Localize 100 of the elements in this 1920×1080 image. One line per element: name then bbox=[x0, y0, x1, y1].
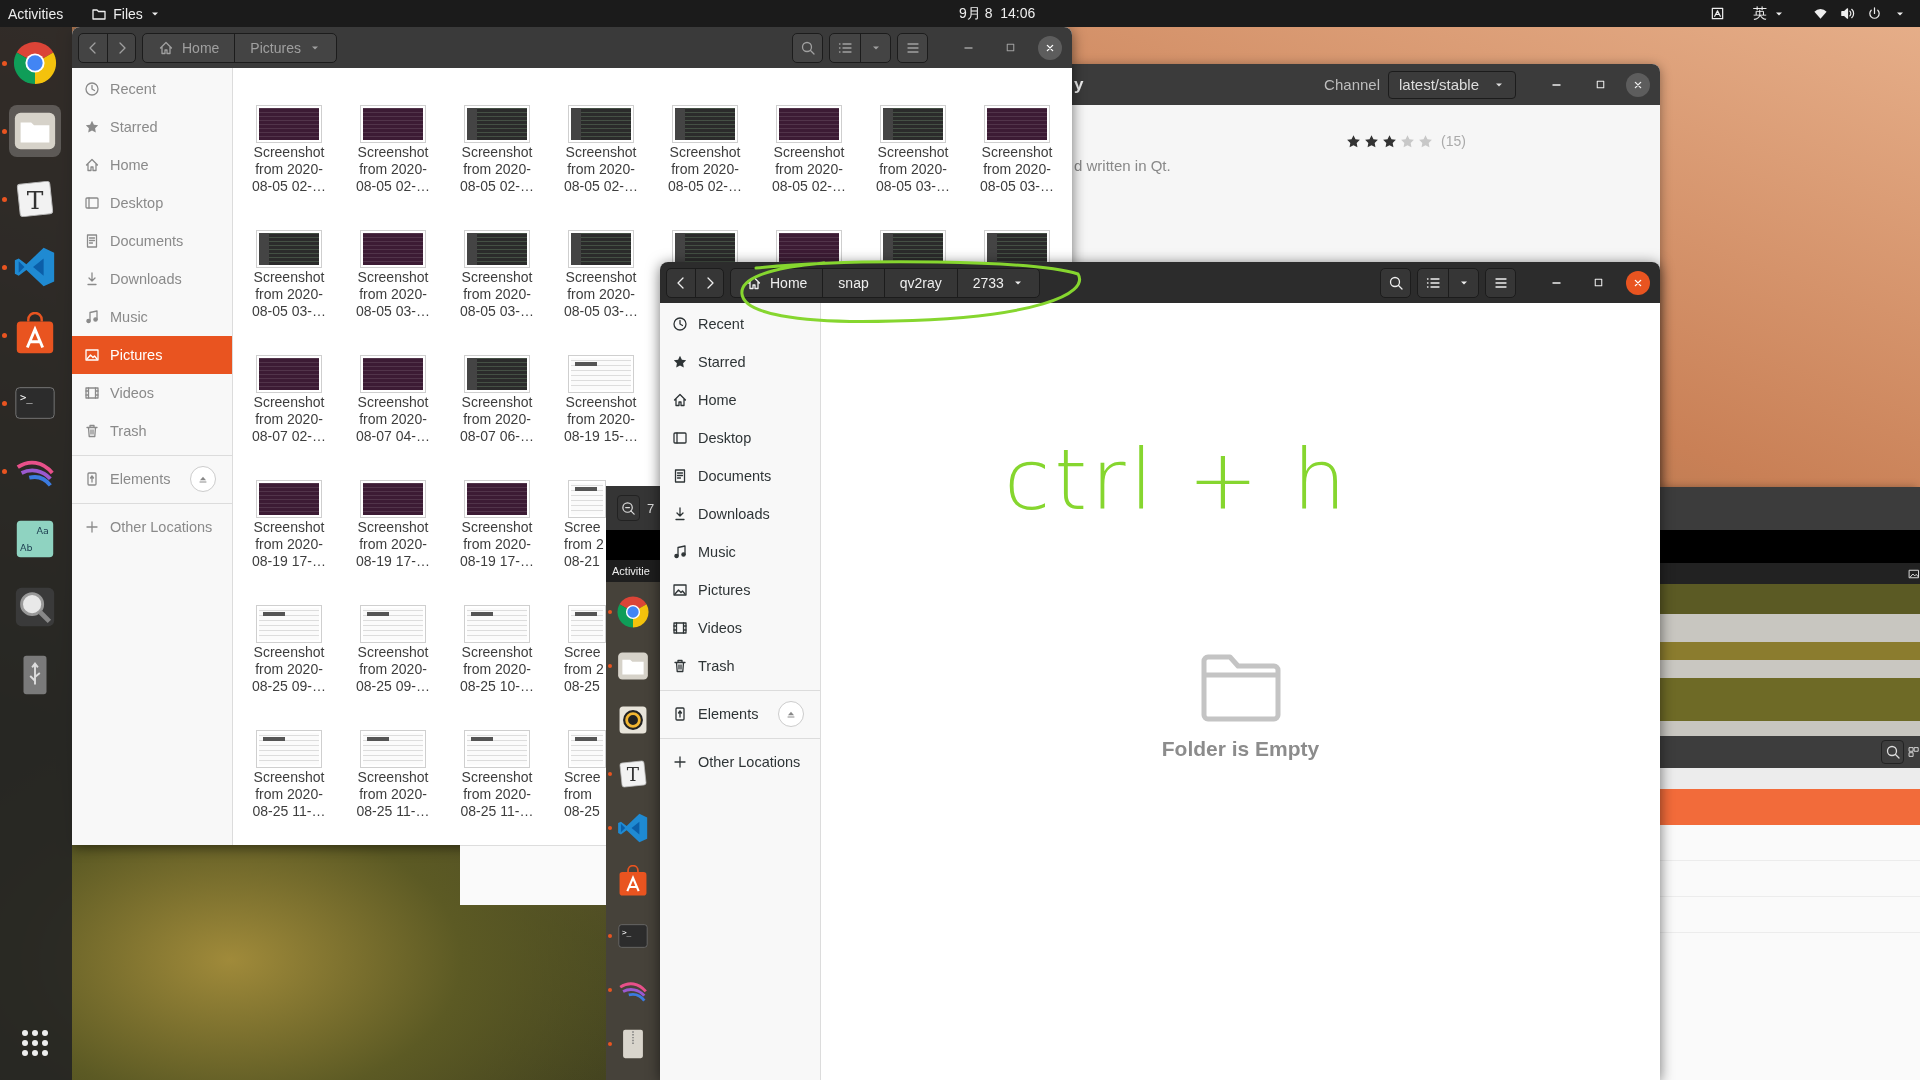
screenshot-thumbnail[interactable] bbox=[675, 108, 735, 140]
file-name[interactable]: Screenshot from 2020- 08-05 03-… bbox=[237, 269, 341, 320]
search-button[interactable] bbox=[1881, 740, 1905, 764]
menu-button[interactable] bbox=[1485, 267, 1516, 298]
screenshot-thumbnail[interactable] bbox=[883, 108, 943, 140]
sidebar-item[interactable]: Elements bbox=[660, 695, 820, 733]
file-name[interactable]: Screenshot from 2020- 08-07 02-… bbox=[237, 394, 341, 445]
sidebar-item[interactable]: Trash bbox=[660, 647, 820, 685]
file-name[interactable]: Screenshot from 2020- 08-05 02-… bbox=[653, 144, 757, 195]
screenshot-thumbnail[interactable] bbox=[571, 358, 631, 390]
star-icon bbox=[84, 119, 100, 135]
sidebar-item[interactable]: Downloads bbox=[660, 495, 820, 533]
home-icon bbox=[158, 39, 174, 56]
download-icon bbox=[84, 271, 100, 287]
path-button[interactable]: 2733 bbox=[956, 268, 1039, 297]
file-name[interactable]: Screenshot from 2020- 08-07 06-… bbox=[445, 394, 549, 445]
home-icon bbox=[84, 157, 100, 173]
app-menu-button[interactable]: Files bbox=[91, 5, 161, 22]
search-button[interactable] bbox=[792, 32, 823, 63]
clock[interactable]: 9月 8 14:06 bbox=[959, 4, 1036, 23]
file-name[interactable]: Screenshot from 2020- 08-25 11-… bbox=[237, 769, 341, 820]
file-name[interactable]: Screenshot from 2020- 08-05 03-… bbox=[861, 144, 965, 195]
screenshot-thumbnail[interactable] bbox=[467, 358, 527, 390]
screenshot-thumbnail[interactable] bbox=[571, 608, 603, 640]
screenshot-thumbnail[interactable] bbox=[467, 483, 527, 515]
screenshot-thumbnail[interactable] bbox=[779, 108, 839, 140]
screenshot-thumbnail[interactable] bbox=[467, 233, 527, 265]
screenshot-thumbnail[interactable] bbox=[571, 483, 603, 515]
sidebar-item[interactable]: Videos bbox=[660, 609, 820, 647]
screenshot-thumbnail[interactable] bbox=[259, 733, 319, 765]
screenshot-thumbnail[interactable] bbox=[467, 608, 527, 640]
screenshot-thumbnail[interactable] bbox=[779, 233, 839, 265]
screenshot-thumbnail[interactable] bbox=[571, 108, 631, 140]
dock-launcher[interactable] bbox=[9, 105, 61, 157]
path-button[interactable]: Pictures bbox=[234, 33, 336, 62]
zoom-out-button[interactable] bbox=[617, 495, 640, 521]
sidebar-item[interactable]: Music bbox=[660, 533, 820, 571]
screenshot-thumbnail[interactable] bbox=[571, 233, 631, 265]
file-name[interactable]: Screenshot from 2020- 08-25 09-… bbox=[341, 644, 445, 695]
file-name[interactable]: Screenshot from 2020- 08-05 02-… bbox=[237, 144, 341, 195]
sidebar-item[interactable]: Pictures bbox=[72, 336, 232, 374]
close-button[interactable] bbox=[1626, 72, 1650, 97]
path-button[interactable]: qv2ray bbox=[883, 268, 957, 297]
menu-button[interactable] bbox=[897, 32, 928, 63]
screenshot-thumbnail[interactable] bbox=[363, 733, 423, 765]
file-name[interactable]: Screenshot from 2020- 08-19 17-… bbox=[237, 519, 341, 570]
file-name[interactable]: Screenshot from 2020- 08-19 15-… bbox=[549, 394, 653, 445]
screenshot-thumbnail[interactable] bbox=[259, 233, 319, 265]
close-button[interactable] bbox=[1626, 270, 1650, 295]
file-name[interactable]: Scree from 08-25 bbox=[564, 769, 601, 820]
file-name[interactable]: Screenshot from 2020- 08-19 17-… bbox=[341, 519, 445, 570]
file-name[interactable]: Screenshot from 2020- 08-25 10-… bbox=[445, 644, 549, 695]
channel-dropdown[interactable]: latest/stable bbox=[1388, 70, 1516, 99]
window-title: y bbox=[1074, 74, 1084, 95]
screenshot-thumbnail[interactable] bbox=[259, 108, 319, 140]
path-button[interactable]: Home bbox=[143, 33, 235, 62]
file-name[interactable]: Screenshot from 2020- 08-25 11-… bbox=[341, 769, 445, 820]
screenshot-thumbnail[interactable] bbox=[259, 358, 319, 390]
close-button[interactable] bbox=[1038, 35, 1062, 60]
screenshot-thumbnail[interactable] bbox=[467, 733, 527, 765]
screenshot-thumbnail[interactable] bbox=[467, 108, 527, 140]
file-name[interactable]: Screenshot from 2020- 08-05 03-… bbox=[445, 269, 549, 320]
sidebar-item[interactable]: Recent bbox=[660, 305, 820, 343]
sidebar-item[interactable]: Desktop bbox=[660, 419, 820, 457]
screenshot-thumbnail[interactable] bbox=[259, 483, 319, 515]
file-name[interactable]: Screenshot from 2020- 08-05 02-… bbox=[341, 144, 445, 195]
file-name[interactable]: Screenshot from 2020- 08-05 03-… bbox=[549, 269, 653, 320]
file-name[interactable]: Screenshot from 2020- 08-19 17-… bbox=[445, 519, 549, 570]
screenshot-thumbnail[interactable] bbox=[363, 608, 423, 640]
file-name[interactable]: Screenshot from 2020- 08-05 02-… bbox=[445, 144, 549, 195]
file-name[interactable]: Scree from 2 08-25 bbox=[564, 644, 604, 695]
sidebar-item[interactable]: Home bbox=[660, 381, 820, 419]
screenshot-thumbnail[interactable] bbox=[363, 108, 423, 140]
screenshot-thumbnail[interactable] bbox=[363, 483, 423, 515]
screenshot-thumbnail[interactable] bbox=[987, 233, 1047, 265]
screenshot-thumbnail[interactable] bbox=[675, 233, 735, 265]
activities-button[interactable]: Activities bbox=[8, 5, 64, 22]
sidebar-item[interactable]: Other Locations bbox=[660, 743, 820, 781]
file-name[interactable]: Screenshot from 2020- 08-05 03-… bbox=[341, 269, 445, 320]
file-name[interactable]: Screenshot from 2020- 08-05 02-… bbox=[757, 144, 861, 195]
screenshot-thumbnail[interactable] bbox=[987, 108, 1047, 140]
file-name[interactable]: Screenshot from 2020- 08-25 11-… bbox=[445, 769, 549, 820]
search-button[interactable] bbox=[1380, 267, 1411, 298]
zoom-level[interactable]: 7 bbox=[647, 500, 655, 516]
screenshot-thumbnail[interactable] bbox=[259, 608, 319, 640]
file-name[interactable]: Screenshot from 2020- 08-05 02-… bbox=[549, 144, 653, 195]
film-icon bbox=[672, 620, 688, 636]
file-name[interactable]: Screenshot from 2020- 08-25 09-… bbox=[237, 644, 341, 695]
file-name[interactable]: Screenshot from 2020- 08-07 04-… bbox=[341, 394, 445, 445]
file-name[interactable]: Scree from 2 08-21 bbox=[564, 519, 604, 570]
sidebar-item[interactable]: Pictures bbox=[660, 571, 820, 609]
input-method-button[interactable]: 英 bbox=[1753, 4, 1785, 23]
sidebar-item[interactable]: Documents bbox=[660, 457, 820, 495]
screenshot-thumbnail[interactable] bbox=[363, 233, 423, 265]
sidebar-item[interactable]: Starred bbox=[660, 343, 820, 381]
path-button[interactable]: Home bbox=[731, 268, 823, 297]
path-button[interactable]: snap bbox=[822, 268, 884, 297]
file-name[interactable]: Screenshot from 2020- 08-05 03-… bbox=[965, 144, 1069, 195]
screenshot-thumbnail[interactable] bbox=[363, 358, 423, 390]
screenshot-thumbnail[interactable] bbox=[571, 733, 603, 765]
